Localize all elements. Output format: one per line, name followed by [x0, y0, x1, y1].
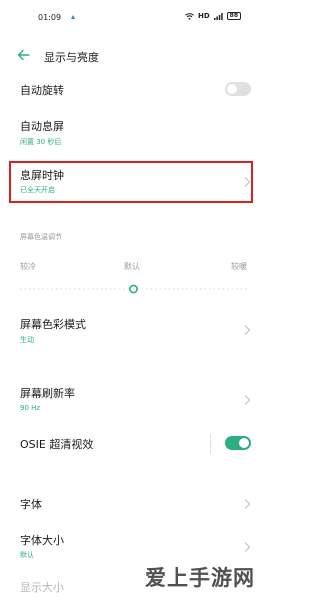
- color-mode-label: 屏幕色彩模式: [20, 318, 86, 331]
- header: 显示与亮度: [0, 44, 263, 68]
- chevron-right-icon: [244, 499, 251, 509]
- color-temp-section-label: 屏幕色温调节: [20, 233, 62, 241]
- font-size-label: 字体大小: [20, 534, 64, 547]
- toggle-knob: [227, 84, 237, 94]
- auto-screen-off-label: 自动息屏: [20, 120, 64, 133]
- chevron-right-icon: [244, 395, 251, 405]
- warmer-label: 较暖: [231, 262, 247, 271]
- osie-toggle[interactable]: [225, 436, 251, 450]
- watermark-logo: 爱上手游网: [145, 566, 255, 590]
- osie-label: OSIE 超清视效: [20, 438, 94, 451]
- default-label: 默认: [124, 262, 140, 271]
- cooler-label: 较冷: [20, 262, 36, 271]
- wifi-icon: [185, 12, 194, 20]
- auto-screen-off-value: 闲置 30 秒后: [20, 138, 62, 146]
- auto-rotate-label: 自动旋转: [20, 84, 64, 97]
- highlight-box: [9, 161, 253, 203]
- vertical-divider: [210, 434, 211, 454]
- font-label: 字体: [20, 498, 42, 511]
- battery-icon: 88: [226, 12, 241, 20]
- auto-rotate-toggle[interactable]: [225, 82, 251, 96]
- slider-thumb[interactable]: [129, 284, 138, 294]
- osie-row[interactable]: OSIE 超清视效: [0, 432, 263, 456]
- network-type: HD: [197, 12, 210, 20]
- toggle-knob: [239, 438, 249, 448]
- status-time: 01:09: [38, 13, 62, 22]
- auto-rotate-row[interactable]: 自动旋转: [0, 78, 263, 102]
- status-bar: 01:09 HD 88: [0, 0, 263, 36]
- page-title: 显示与亮度: [44, 51, 99, 64]
- refresh-rate-row[interactable]: 屏幕刷新率 90 Hz: [0, 381, 263, 417]
- font-row[interactable]: 字体: [0, 494, 263, 518]
- signal-icon: [213, 12, 223, 20]
- back-arrow-icon[interactable]: [17, 48, 31, 62]
- auto-screen-off-row[interactable]: 自动息屏 闲置 30 秒后: [0, 116, 263, 152]
- font-size-value: 默认: [20, 551, 34, 559]
- notification-icon: [71, 15, 75, 19]
- color-mode-value: 生动: [20, 336, 34, 344]
- chevron-right-icon: [244, 325, 251, 335]
- display-size-label: 显示大小: [20, 581, 64, 594]
- color-mode-row[interactable]: 屏幕色彩模式 生动: [0, 312, 263, 348]
- font-size-row[interactable]: 字体大小 默认: [0, 530, 263, 566]
- color-temp-slider[interactable]: [20, 282, 247, 296]
- refresh-rate-value: 90 Hz: [20, 404, 41, 412]
- chevron-right-icon: [244, 542, 251, 552]
- status-icons: HD 88: [185, 12, 241, 20]
- refresh-rate-label: 屏幕刷新率: [20, 387, 75, 400]
